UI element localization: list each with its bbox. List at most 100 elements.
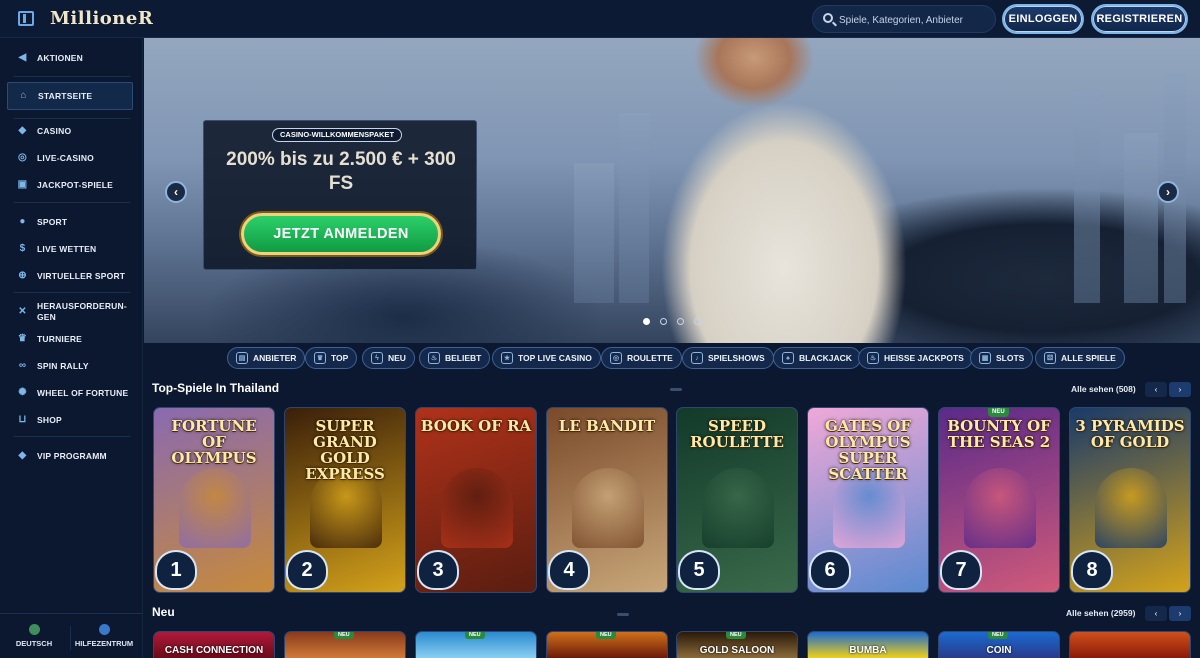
row-next-icon[interactable]: › [1169,606,1191,621]
game-tile[interactable]: LE BANDIT 4 [546,407,668,593]
category-label: TOP [331,353,349,363]
search-box[interactable] [812,5,996,33]
site-logo[interactable]: MillioneR [50,8,153,29]
footer-divider [70,626,71,650]
game-title: GOLD SALOON [699,645,775,656]
see-all-new-games-link[interactable]: Alle sehen (2959) [1066,608,1135,618]
see-all-top-games-link[interactable]: Alle sehen (508) [1071,384,1136,394]
category-roulette[interactable]: ◎ ROULETTE [601,347,682,369]
category-label: SPIELSHOWS [708,353,765,363]
sidebar-item-label: SPIN RALLY [37,361,89,371]
carousel-dot[interactable] [677,318,684,325]
game-tile[interactable]: 3 PYRAMIDS OF GOLD 8 [1069,407,1191,593]
carousel-dot[interactable] [694,318,701,325]
game-tile[interactable] [1069,631,1191,658]
sidebar-item-casino[interactable]: ◆ CASINO [0,119,143,143]
sidebar-item-live-wetten[interactable]: $ LIVE WETTEN [0,237,143,261]
sidebar-item-label: HERAUSFORDERUN-GEN [37,301,127,322]
row-next-icon[interactable]: › [1169,382,1191,397]
language-selector[interactable]: DEUTSCH [4,624,64,648]
game-tile[interactable]: BUMBA [807,631,929,658]
sidebar-item-wheel-of-fortune[interactable]: ✺ WHEEL OF FORTUNE [0,381,143,405]
row-prev-icon[interactable]: ‹ [1145,382,1167,397]
help-center-link[interactable]: HILFEZENTRUM [74,624,134,648]
sidebar-item-spin-rally[interactable]: ∞ SPIN RALLY [0,354,143,378]
carousel-prev-icon[interactable]: ‹ [165,181,187,203]
sidebar-item-virtueller-sport[interactable]: ⊕ VIRTUELLER SPORT [0,264,143,288]
game-tile[interactable]: NEU [546,631,668,658]
game-artwork [179,468,251,548]
category-heisse-jackpots[interactable]: ♨ HEISSE JACKPOTS [858,347,973,369]
game-tile[interactable]: SPEED ROULETTE 5 [676,407,798,593]
sidebar-divider [14,292,130,293]
cards-icon: ♠ [782,352,794,364]
category-label: SLOTS [996,353,1025,363]
game-title: 3 PYRAMIDS OF GOLD [1075,417,1185,451]
category-top-live-casino[interactable]: ★ TOP LIVE CASINO [492,347,601,369]
sidebar: ◀ AKTIONEN ⌂ STARTSEITE ◆ CASINO ◎ LIVE-CASI… [0,38,143,658]
carousel-next-icon[interactable]: › [1157,181,1179,203]
flame-icon: ♨ [428,352,440,364]
section-title-top-games: Top-Spiele In Thailand [152,381,280,395]
rank-badge: 8 [1073,552,1111,588]
game-tile[interactable]: NEU [284,631,406,658]
trophy-icon: ♛ [17,333,28,344]
new-badge: NEU [988,632,1008,639]
game-tile[interactable]: BOOK OF RA 3 [415,407,537,593]
game-tile[interactable]: NEU GOLD SALOON [676,631,798,658]
sidebar-item-label: STARTSEITE [38,91,93,101]
skyline-building [1124,133,1158,303]
game-tile[interactable]: CASH CONNECTION [153,631,275,658]
category-slots[interactable]: ▦ SLOTS [970,347,1034,369]
category-anbieter[interactable]: ▤ ANBIETER [227,347,306,369]
game-tile[interactable]: GATES OF OLYMPUS SUPER SCATTER 6 [807,407,929,593]
register-button[interactable]: REGISTRIEREN [1091,4,1188,34]
sidebar-item-jackpot[interactable]: ▣ JACKPOT-SPIELE [0,173,143,197]
new-badge: NEU [988,408,1009,417]
signup-cta-button[interactable]: JETZT ANMELDEN [241,213,441,255]
skyline-building [1074,93,1100,303]
sidebar-item-turniere[interactable]: ♛ TURNIERE [0,327,143,351]
carousel-dot[interactable] [660,318,667,325]
category-spielshows[interactable]: ♪ SPIELSHOWS [682,347,774,369]
gem-icon: ◆ [18,450,27,461]
category-alle-spiele[interactable]: ⚄ ALLE SPIELE [1035,347,1125,369]
row-prev-icon[interactable]: ‹ [1145,606,1167,621]
search-input[interactable] [839,11,989,29]
game-title: FORTUNE OF OLYMPUS [171,417,257,467]
rank-badge: 5 [680,552,718,588]
sidebar-item-shop[interactable]: ⊔ SHOP [0,408,143,432]
game-tile[interactable]: FORTUNE OF OLYMPUS 1 [153,407,275,593]
sidebar-item-aktionen[interactable]: ◀ AKTIONEN [0,46,143,70]
sidebar-item-herausforderungen[interactable]: ✕ HERAUSFORDERUN-GEN [0,298,143,326]
category-blackjack[interactable]: ♠ BLACKJACK [773,347,861,369]
login-button[interactable]: EINLOGGEN [1002,4,1084,34]
sidebar-item-label: TURNIERE [37,334,83,344]
sidebar-item-startseite[interactable]: ⌂ STARTSEITE [7,82,133,110]
category-label: ALLE SPIELE [1061,353,1116,363]
promo-card: CASINO-WILLKOMMENSPAKET 200% bis zu 2.50… [203,120,477,270]
rank-badge: 4 [550,552,588,588]
section-title-new-games: Neu [152,605,175,619]
new-badge: NEU [334,632,354,639]
carousel-dot[interactable] [643,318,650,325]
sidebar-item-live-casino[interactable]: ◎ LIVE-CASINO [0,146,143,170]
help-label: HILFEZENTRUM [74,639,134,648]
category-beliebt[interactable]: ♨ BELIEBT [419,347,491,369]
sidebar-item-label: WHEEL OF FORTUNE [37,388,129,398]
category-top[interactable]: ♛ TOP [305,347,358,369]
sidebar-item-sport[interactable]: ● SPORT [0,210,143,234]
game-tile[interactable]: NEU COIN [938,631,1060,658]
game-title: SPEED ROULETTE [690,417,784,451]
category-neu[interactable]: ϟ NEU [362,347,415,369]
game-title: CASH CONNECTION [164,645,264,656]
game-artwork [572,468,644,548]
cart-icon: ⊔ [18,414,27,425]
game-tile[interactable]: SUPER GRAND GOLD EXPRESS 2 [284,407,406,593]
game-tile[interactable]: NEU [415,631,537,658]
sidebar-toggle-icon[interactable] [18,11,34,26]
sidebar-item-label: LIVE WETTEN [37,244,97,254]
sidebar-item-vip-programm[interactable]: ◆ VIP PROGRAMM [0,444,143,468]
category-label: ANBIETER [253,353,297,363]
game-tile[interactable]: BOUNTY OF THE SEAS 2 NEU 7 [938,407,1060,593]
